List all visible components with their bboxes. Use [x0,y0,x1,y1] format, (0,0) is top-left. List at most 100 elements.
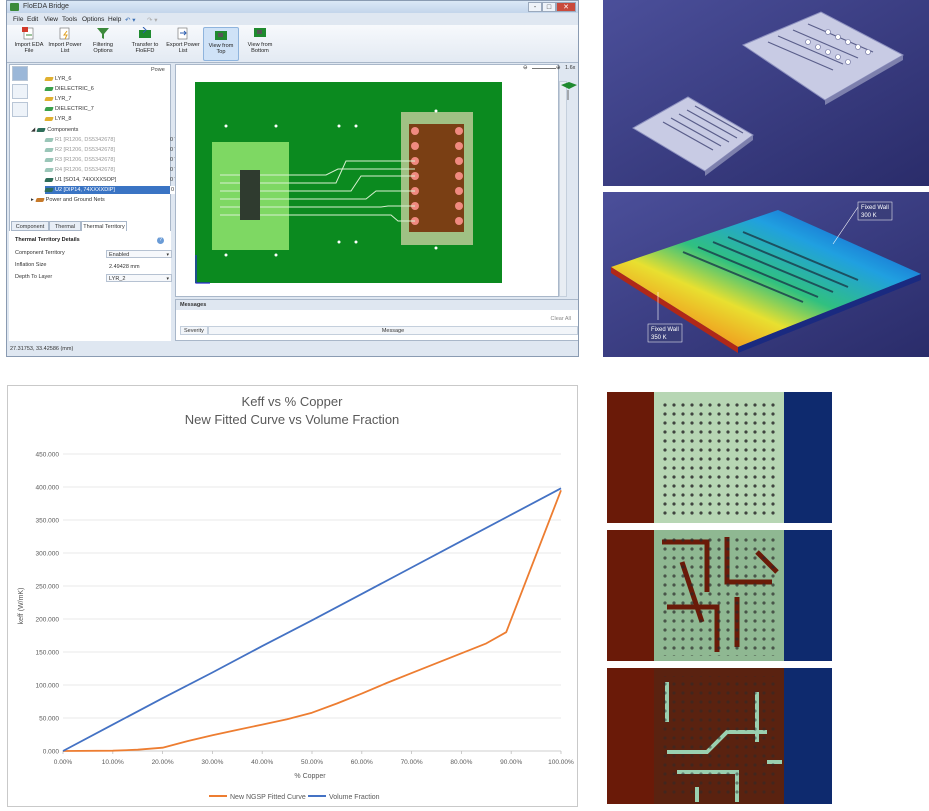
left-toolstrip [10,65,30,125]
tree-item-label: LYR_6 [55,76,72,82]
component-icon [44,157,54,162]
window-title: FloEDA Bridge [23,3,69,10]
scene-background [603,0,929,186]
import-power-button[interactable]: Import Power List [47,27,83,61]
tree-item-r2[interactable]: R2 [R1206, DS5342678]0 W [44,146,180,154]
minimize-button[interactable]: - [528,2,542,12]
export-power-icon [177,27,188,40]
tree-item-label: LYR_7 [55,96,72,102]
zoom-control[interactable]: ⊖ ⊕ 1.6x [523,64,578,74]
tree-item-dielectric6[interactable]: DIELECTRIC_6 [44,85,94,93]
keff-chart: Keff vs % Copper New Fitted Curve vs Vol… [7,385,578,807]
import-power-label: Import Power List [48,42,82,54]
left-wall-value: 350 K [651,335,667,341]
series-line-volume-fraction [62,487,562,752]
lock-icon[interactable] [12,66,28,81]
tree-item-lyr7[interactable]: LYR_7 [44,95,72,103]
x-tick-label: 30.00% [201,759,223,766]
maximize-button[interactable]: □ [542,2,556,12]
thermal-simulation-view: Fixed Wall 300 K Fixed Wall 350 K [603,192,929,357]
tree-item-u1[interactable]: U1 [SO14, 74XXXXSOP]0 W [44,176,180,184]
layer-icon [44,76,54,81]
menu-options[interactable]: Options [82,16,104,23]
select-value: Enabled [109,252,130,258]
component-icon [44,167,54,172]
message-column[interactable]: Message [208,326,578,335]
right-wall-value: 300 K [861,213,877,219]
tree-item-lyr6[interactable]: LYR_6 [44,75,72,83]
edit-icon[interactable] [12,102,28,117]
y-tick-label: 200.000 [36,617,60,624]
view-from-top-button[interactable]: View from Top [203,27,239,61]
tree-item-r4[interactable]: R4 [R1206, DS5342678]0 W [44,166,180,174]
filtering-options-button[interactable]: Filtering Options [85,27,121,61]
tree-item-label: Components [47,127,79,133]
pcb-3d-view [603,0,929,186]
tab-thermal[interactable]: Thermal [49,221,81,231]
transfer-floefd-button[interactable]: Transfer to FloEFD [127,27,163,61]
zoom-minus-icon[interactable]: ⊖ [523,65,528,71]
tree-item-r1[interactable]: R1 [R1206, DS5342678]0 W [44,136,180,144]
tree-item-label: DIELECTRIC_7 [55,106,94,112]
severity-column[interactable]: Severity [180,326,208,335]
legend-label-volume: Volume Fraction [329,794,380,801]
x-tick-label: 90.00% [500,759,522,766]
pcb-canvas[interactable] [175,64,559,297]
tree-item-lyr8[interactable]: LYR_8 [44,115,71,123]
tab-component[interactable]: Component [11,221,49,231]
x-tick-label: 50.00% [301,759,323,766]
redo-icon[interactable]: ↷ ▾ [147,16,158,24]
tree-item-label: R3 [R1206, DS5342678] [55,157,115,163]
x-tick-label: 10.00% [102,759,124,766]
zoom-slider[interactable] [532,68,556,69]
menu-edit[interactable]: Edit [27,16,38,23]
tree-item-u2[interactable]: U2 [DIP14, 74XXXXDIP]0 W [44,186,182,194]
filtering-options-label: Filtering Options [93,42,113,54]
tree-item-power-ground[interactable]: ▸ Power and Ground Nets [31,196,105,204]
transfer-floefd-label: Transfer to FloEFD [131,42,159,54]
clear-all-button[interactable]: Clear All [551,316,571,322]
messages-panel: Messages Clear All Severity Message [175,299,578,341]
tab-thermal-territory[interactable]: Thermal Territory [81,221,127,231]
legend-label-ngsp: New NGSP Fitted Curve [230,794,306,801]
view-from-bottom-button[interactable]: View from Bottom [242,27,278,61]
menu-tools[interactable]: Tools [62,16,77,23]
app-icon [10,3,19,11]
menu-view[interactable]: View [44,16,58,23]
row-depth-to-layer: Depth To Layer [15,273,52,282]
menu-help[interactable]: Help [108,16,121,23]
export-power-button[interactable]: Export Power List [165,27,201,61]
tree-item-r3[interactable]: R3 [R1206, DS5342678]0 W [44,156,180,164]
chart-svg: Keff vs % Copper New Fitted Curve vs Vol… [18,394,574,801]
canvas-scrollbar[interactable] [559,81,567,297]
chart-subtitle: New Fitted Curve vs Volume Fraction [185,412,400,427]
dropdown-arrow-icon: ▾ [166,252,169,258]
tree-item-label: R4 [R1206, DS5342678] [55,167,115,173]
3d-view-icon[interactable] [559,81,578,101]
y-tick-label: 50.000 [39,716,59,723]
import-power-icon [59,27,70,40]
layers-icon[interactable] [12,84,28,99]
field-value: 2.49428 mm [109,264,140,270]
u1-chip[interactable] [240,170,260,220]
tree-item-components[interactable]: ◢ Components [31,126,78,134]
menu-file[interactable]: File [13,16,23,23]
select-value: LYR_2 [109,276,126,282]
component-territory-select[interactable]: Enabled ▾ [106,250,172,258]
undo-icon[interactable]: ↶ ▾ [125,16,136,24]
inflation-size-field[interactable]: 2.49428 mm [106,262,172,270]
row-inflation-size: Inflation Size [15,261,47,270]
menu-bar: File Edit View Tools Options Help ↶ ▾ ↷ … [7,14,578,25]
y-tick-label: 100.000 [36,683,60,690]
zoom-plus-icon[interactable]: ⊕ [556,65,561,71]
tree-item-dielectric7[interactable]: DIELECTRIC_7 [44,105,94,113]
tree-item-label: DIELECTRIC_6 [55,86,94,92]
depth-to-layer-select[interactable]: LYR_2 ▾ [106,274,172,282]
help-icon[interactable]: ? [157,237,164,244]
x-tick-label: 70.00% [401,759,423,766]
pcb-strip-top [607,392,832,523]
y-axis-label: keff (W/mK) [18,588,25,625]
close-button[interactable]: ✕ [556,2,576,12]
x-tick-label: 80.00% [450,759,472,766]
import-eda-button[interactable]: Import EDA File [11,27,47,61]
